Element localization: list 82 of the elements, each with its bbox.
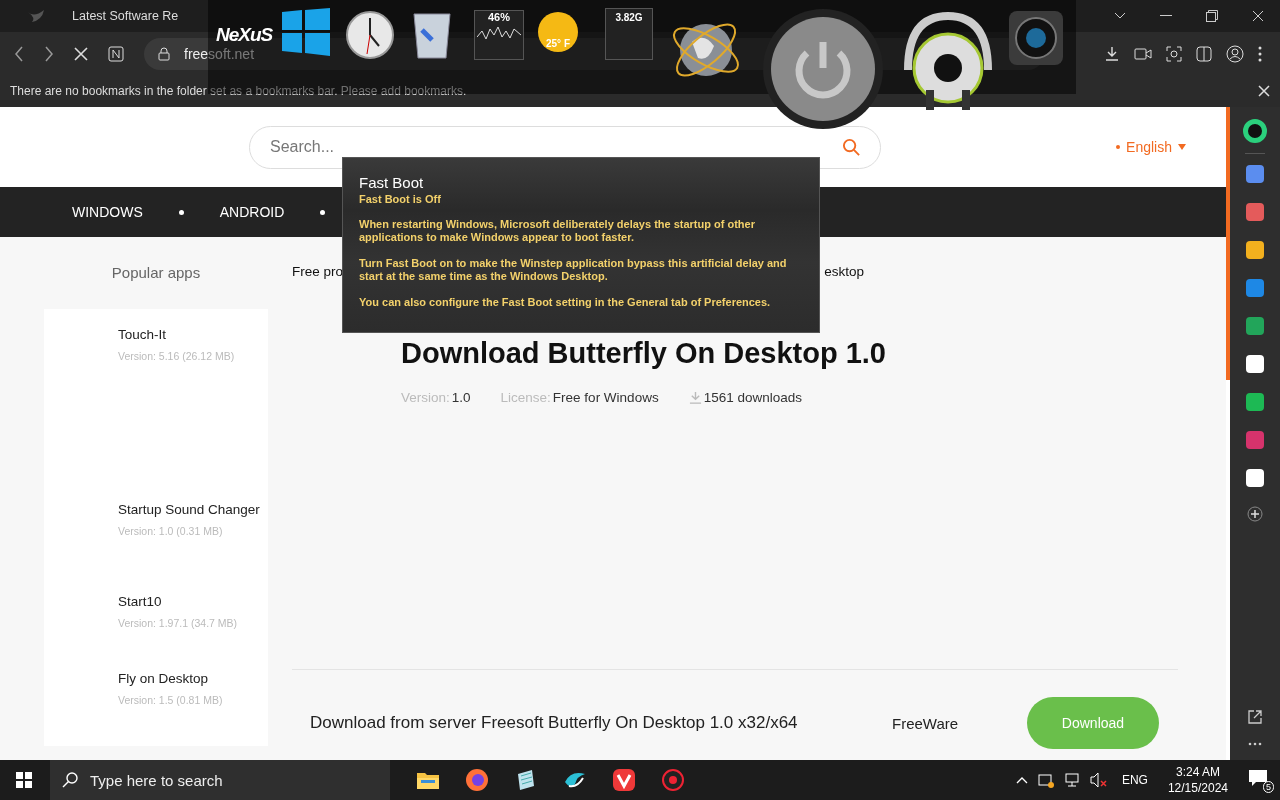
security-icon[interactable]: [1037, 772, 1054, 788]
tooltip-paragraph: You can also configure the Fast Boot setting in the General tab of Preferences.: [359, 296, 772, 309]
app-icon[interactable]: [1246, 355, 1264, 373]
tooltip-status: Fast Boot is Off: [359, 193, 442, 205]
close-icon[interactable]: [1258, 85, 1270, 97]
camera-lens-icon[interactable]: [1008, 10, 1064, 66]
app-version: Version: 1.0 (0.31 MB): [118, 525, 224, 537]
screenshot-icon[interactable]: [1166, 45, 1182, 62]
close-icon[interactable]: [1252, 10, 1264, 22]
bullet-icon: [178, 209, 184, 215]
cpu-meter[interactable]: 46%: [474, 10, 524, 60]
bullet-icon: [320, 209, 326, 215]
app-icon[interactable]: [1246, 317, 1264, 335]
tooltip-paragraph: Turn Fast Boot on to make the Winstep application bypass this artificial delay and start at the same time as the Windows Desktop.: [359, 257, 788, 283]
app-link[interactable]: Touch-It: [118, 325, 268, 344]
profile-icon[interactable]: [1226, 44, 1244, 63]
chevron-down-icon[interactable]: [1114, 12, 1126, 20]
download-icon: [688, 391, 702, 404]
v-browser-icon[interactable]: [612, 768, 636, 792]
search-icon[interactable]: [842, 137, 861, 157]
app-icon[interactable]: [1246, 393, 1264, 411]
app-icon[interactable]: [1246, 469, 1264, 487]
nav-link[interactable]: WINDOWS: [72, 204, 143, 220]
chevron-up-icon[interactable]: [1015, 776, 1028, 784]
windows-logo-icon[interactable]: [282, 8, 330, 56]
app-icon[interactable]: [1246, 203, 1264, 221]
stop-icon[interactable]: [74, 46, 88, 61]
server-name: Download from server Freesoft Butterfly On Desktop 1.0 x32/x64: [310, 713, 799, 733]
target-icon[interactable]: [661, 768, 685, 792]
clock[interactable]: 3:24 AM 12/15/2024: [1167, 764, 1228, 796]
trash-icon[interactable]: [412, 10, 452, 60]
app-icon[interactable]: [1246, 241, 1264, 259]
input-language[interactable]: ENG: [1121, 773, 1148, 787]
search-icon: [62, 772, 78, 788]
license-value: Free for Windows: [552, 390, 659, 405]
breadcrumb-text: esktop: [824, 264, 864, 279]
version-label: Version:: [401, 390, 450, 405]
windows-start-icon[interactable]: [16, 772, 32, 788]
app-icon[interactable]: [1246, 279, 1264, 297]
version-value: 1.0: [451, 390, 471, 405]
tooltip-paragraph: When restarting Windows, Microsoft deliberately delays the startup of other applications to make Windows appear to boot faster.: [359, 218, 756, 244]
scrollbar-thumb[interactable]: [1226, 107, 1230, 380]
taskbar-search[interactable]: Type here to search: [50, 760, 390, 800]
split-view-icon[interactable]: [1196, 45, 1212, 62]
app-version: Version: 1.97.1 (34.7 MB): [118, 617, 239, 629]
restore-icon[interactable]: [1206, 10, 1218, 22]
fox-browser-icon[interactable]: [465, 768, 489, 792]
section-title: Popular apps: [110, 264, 202, 283]
license-type: FreeWare: [892, 714, 960, 732]
app-icon[interactable]: [1246, 165, 1264, 183]
app-link[interactable]: Start10: [118, 592, 268, 611]
more-icon[interactable]: [1258, 45, 1262, 62]
download-count: 1561 downloads: [703, 390, 802, 405]
download-icon[interactable]: [1104, 45, 1120, 62]
more-icon[interactable]: [1248, 742, 1262, 746]
lock-icon: [158, 46, 170, 61]
n-square-icon[interactable]: [108, 45, 124, 62]
memory-meter[interactable]: 3.82G: [605, 8, 653, 60]
app-link[interactable]: Fly on Desktop: [118, 669, 268, 688]
page-title: Download Butterfly On Desktop 1.0: [401, 337, 887, 370]
app-link[interactable]: Startup Sound Changer: [118, 500, 268, 519]
external-link-icon[interactable]: [1248, 710, 1262, 724]
clock-icon[interactable]: [345, 10, 395, 60]
back-icon[interactable]: [14, 45, 24, 62]
nav-link[interactable]: ANDROID: [219, 204, 285, 220]
caret-icon: [1178, 144, 1186, 150]
url-text: freesoft.net: [184, 45, 255, 62]
minimize-icon[interactable]: [1160, 15, 1172, 17]
speaker-muted-icon[interactable]: [1089, 772, 1108, 788]
folder-icon[interactable]: [416, 770, 440, 790]
bookmarks-message: There are no bookmarks in the folder set as a bookmarks bar. Please add bookmarks.: [10, 84, 467, 98]
video-camera-icon[interactable]: [1134, 46, 1152, 61]
app-version: Version: 1.5 (0.81 MB): [118, 694, 224, 706]
tooltip-title: Fast Boot: [359, 174, 425, 191]
breadcrumb-link[interactable]: Free pro: [292, 264, 344, 279]
add-icon[interactable]: [1247, 506, 1263, 522]
forward-icon[interactable]: [44, 45, 54, 62]
license-label: License:: [500, 390, 551, 405]
ring-icon[interactable]: [1243, 119, 1267, 143]
app-version: Version: 5.16 (26.12 MB): [118, 350, 236, 362]
power-button-icon[interactable]: [762, 8, 884, 130]
network-icon[interactable]: [1063, 772, 1080, 788]
